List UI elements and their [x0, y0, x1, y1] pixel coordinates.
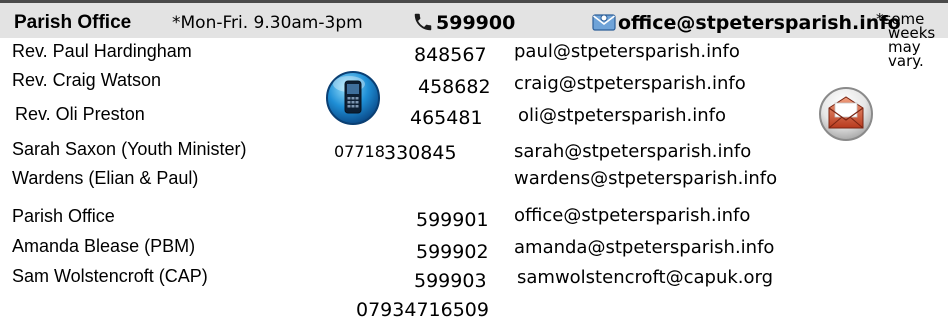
contact-phone: 599902 — [416, 241, 489, 263]
contact-phone: 848567 — [414, 44, 487, 66]
contact-phone-prefix: 07718 — [334, 142, 385, 161]
contact-email[interactable]: sarah@stpetersparish.info — [514, 141, 751, 162]
contact-email[interactable]: office@stpetersparish.info — [514, 205, 750, 226]
office-hours: *Mon-Fri. 9.30am-3pm — [172, 13, 363, 33]
contact-name: Sarah Saxon (Youth Minister) — [12, 139, 247, 159]
envelope-icon — [592, 14, 616, 31]
extra-phone: 07934716509 — [356, 299, 489, 321]
header-email[interactable]: office@stpetersparish.info — [618, 12, 901, 34]
contact-email[interactable]: amanda@stpetersparish.info — [514, 237, 774, 258]
contact-name: Parish Office — [12, 206, 115, 226]
contact-email[interactable]: paul@stpetersparish.info — [514, 41, 740, 62]
contact-name: Amanda Blease (PBM) — [12, 236, 196, 256]
contact-phone: 599901 — [416, 209, 489, 231]
contact-name: Rev. Paul Hardingham — [12, 41, 192, 61]
mobile-phone-icon — [326, 71, 380, 125]
contact-phone: 330845 — [384, 142, 457, 164]
header-phone: 599900 — [436, 12, 516, 34]
schedule-note: *some weeks may vary. — [876, 12, 935, 70]
note-line: vary. — [888, 52, 924, 70]
contact-name: Sam Wolstencroft (CAP) — [12, 266, 208, 286]
contact-email[interactable]: oli@stpetersparish.info — [518, 105, 726, 126]
contact-phone: 599903 — [414, 270, 487, 292]
contact-name: Wardens (Elian & Paul) — [12, 168, 199, 188]
contact-phone: 458682 — [418, 76, 491, 98]
mail-envelope-icon — [819, 87, 873, 141]
contact-email[interactable]: wardens@stpetersparish.info — [514, 168, 777, 189]
contact-name: Rev. Oli Preston — [15, 104, 145, 124]
contact-email[interactable]: samwolstencroft@capuk.org — [517, 267, 773, 288]
header-title: Parish Office — [14, 12, 132, 33]
contact-phone: 465481 — [410, 107, 483, 129]
contact-email[interactable]: craig@stpetersparish.info — [514, 73, 746, 94]
phone-handset-icon — [414, 13, 432, 31]
header-bar: Parish Office *Mon-Fri. 9.30am-3pm 59990… — [0, 3, 948, 38]
contact-name: Rev. Craig Watson — [12, 70, 162, 90]
